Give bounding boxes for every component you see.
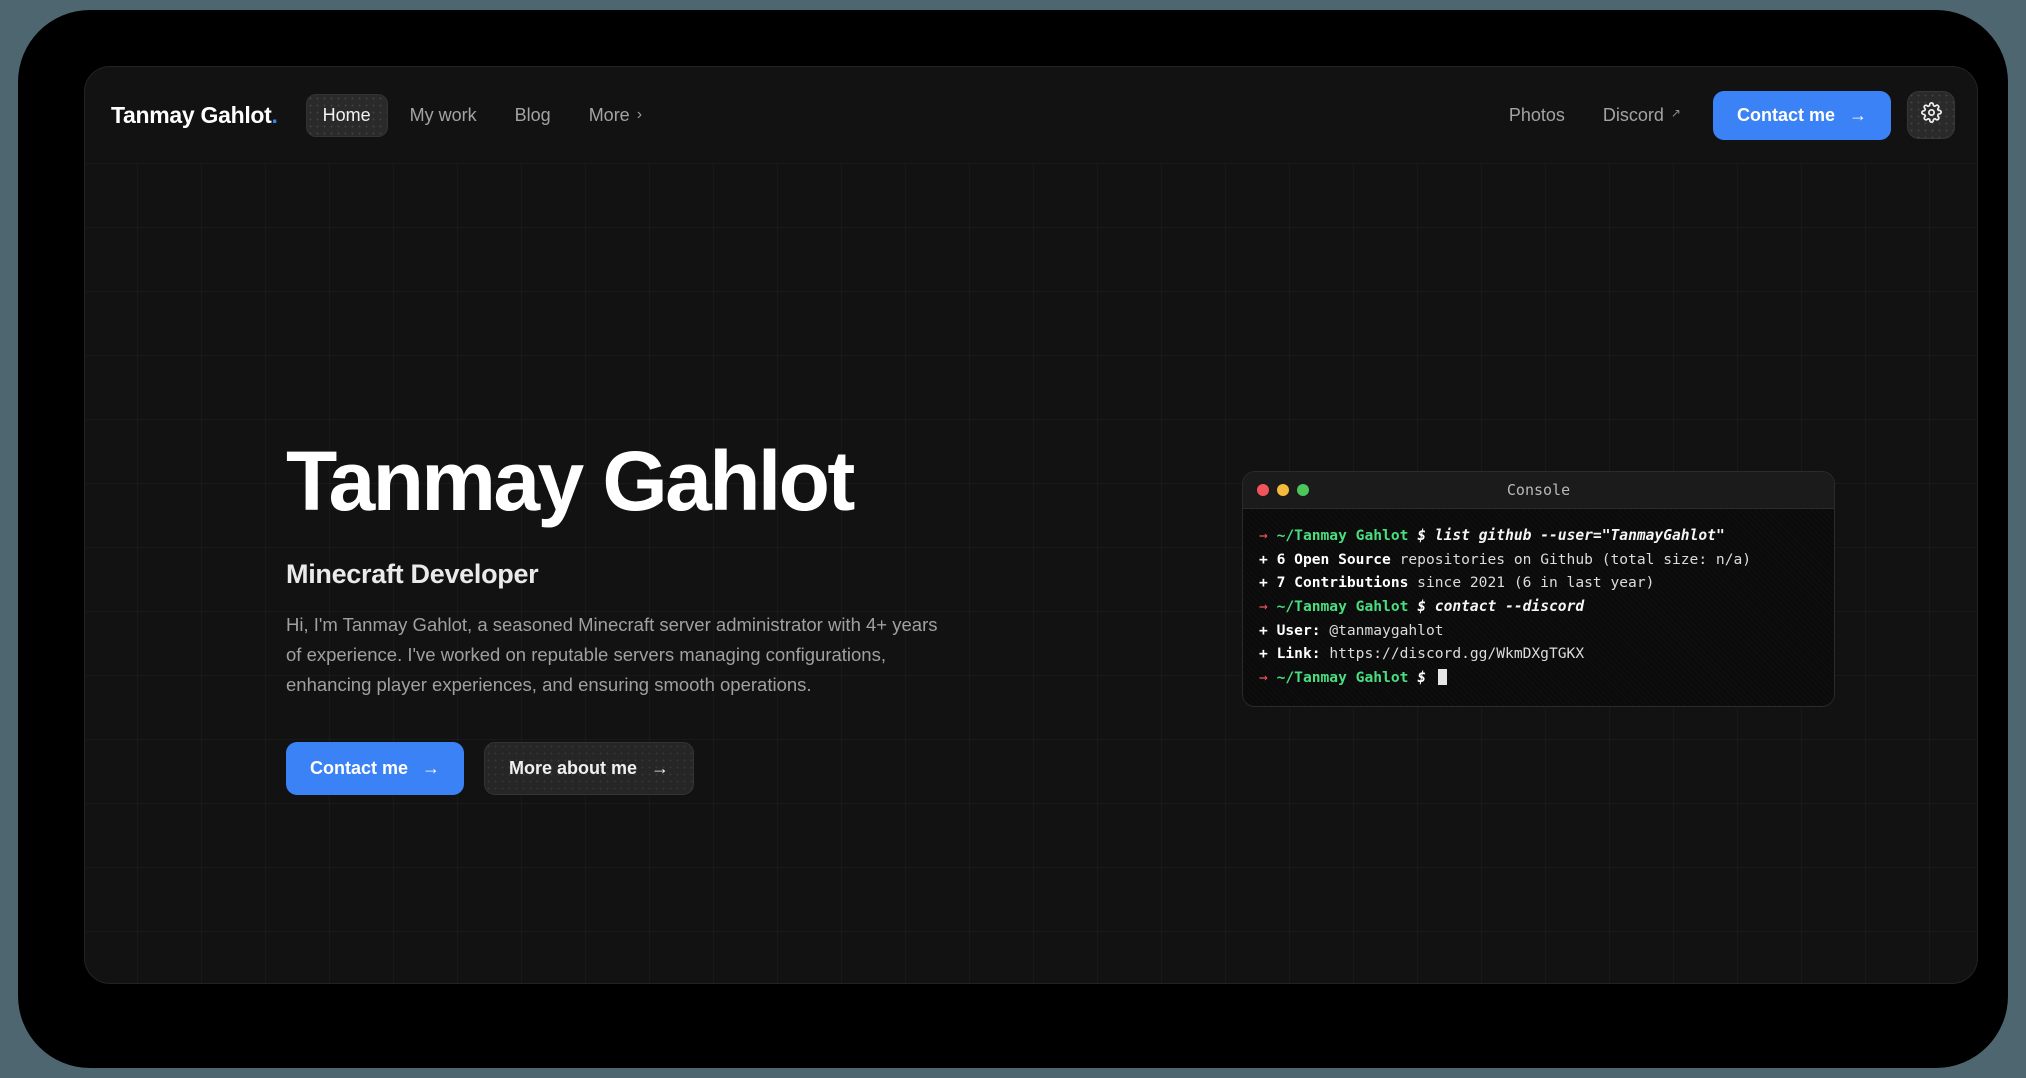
prompt-path: ~/Tanmay Gahlot bbox=[1276, 527, 1409, 544]
output-value: @tanmaygahlot bbox=[1320, 621, 1444, 639]
nav-item-my-work[interactable]: My work bbox=[394, 95, 493, 136]
console-line: + 6 Open Source repositories on Github (… bbox=[1259, 548, 1818, 572]
contact-me-nav-button[interactable]: Contact me → bbox=[1712, 90, 1891, 140]
nav-item-blog-label: Blog bbox=[514, 104, 551, 125]
console-line: → ~/Tanmay Gahlot $ bbox=[1259, 666, 1818, 690]
console-line: → ~/Tanmay Gahlot $ list github --user="… bbox=[1259, 524, 1818, 548]
chevron-right-icon: › bbox=[636, 106, 643, 123]
terminal-cursor bbox=[1437, 668, 1447, 685]
arrow-right-icon: → bbox=[1849, 104, 1867, 125]
minimize-window-icon[interactable] bbox=[1277, 484, 1289, 496]
output-plus: + bbox=[1259, 550, 1268, 568]
prompt-dollar: $ bbox=[1417, 527, 1426, 544]
nav-item-discord-label: Discord bbox=[1602, 104, 1664, 125]
hero-description: Hi, I'm Tanmay Gahlot, a seasoned Minecr… bbox=[286, 614, 938, 695]
contact-me-label: Contact me bbox=[310, 757, 409, 778]
nav-item-photos[interactable]: Photos bbox=[1495, 95, 1579, 136]
prompt-arrow-icon: → bbox=[1259, 597, 1268, 615]
nav-item-more[interactable]: More › bbox=[573, 95, 658, 136]
contact-me-nav-label: Contact me bbox=[1736, 104, 1835, 125]
window-traffic-lights bbox=[1257, 484, 1309, 496]
nav-item-more-label: More bbox=[588, 104, 630, 125]
hero-section: Tanmay Gahlot Minecraft Developer Hi, I'… bbox=[286, 439, 966, 795]
console-command: contact --discord bbox=[1434, 597, 1585, 615]
console-body[interactable]: → ~/Tanmay Gahlot $ list github --user="… bbox=[1243, 509, 1834, 707]
navbar: Tanmay Gahlot. Home My work Blog More › bbox=[85, 67, 1977, 163]
output-key: User: bbox=[1276, 621, 1321, 639]
hero-actions: Contact me → More about me → bbox=[286, 741, 966, 795]
prompt-arrow-icon: → bbox=[1259, 668, 1268, 686]
secondary-nav: Photos Discord ↗ Contact me → bbox=[1495, 90, 1955, 140]
arrow-right-icon: → bbox=[651, 757, 670, 778]
settings-button[interactable] bbox=[1907, 91, 1955, 139]
prompt-path: ~/Tanmay Gahlot bbox=[1276, 668, 1409, 686]
prompt-arrow-icon: → bbox=[1259, 527, 1268, 544]
nav-item-photos-label: Photos bbox=[1508, 104, 1565, 125]
brand-dot: . bbox=[271, 101, 278, 128]
output-key: Link: bbox=[1276, 645, 1321, 663]
output-plus: + bbox=[1259, 621, 1268, 639]
page-title: Tanmay Gahlot bbox=[286, 434, 855, 528]
primary-nav: Home My work Blog More › bbox=[305, 93, 658, 137]
console-line: → ~/Tanmay Gahlot $ contact --discord bbox=[1259, 595, 1818, 619]
hero-subtitle: Minecraft Developer bbox=[286, 559, 539, 589]
nav-item-home[interactable]: Home bbox=[305, 93, 388, 137]
console-titlebar: Console bbox=[1243, 472, 1834, 509]
output-key: 7 Contributions bbox=[1276, 574, 1409, 592]
console-window: Console → ~/Tanmay Gahlot $ list github … bbox=[1242, 471, 1835, 708]
arrow-right-icon: → bbox=[422, 757, 441, 778]
prompt-dollar: $ bbox=[1417, 668, 1426, 686]
more-about-me-label: More about me bbox=[509, 757, 638, 778]
gear-icon bbox=[1920, 102, 1942, 128]
output-value: since 2021 (6 in last year) bbox=[1408, 574, 1655, 592]
nav-item-blog[interactable]: Blog bbox=[499, 95, 567, 136]
brand-logo[interactable]: Tanmay Gahlot. bbox=[111, 102, 278, 129]
console-command: list github --user="TanmayGahlot" bbox=[1434, 527, 1725, 544]
prompt-dollar: $ bbox=[1417, 597, 1426, 615]
device-bezel: Tanmay Gahlot. Home My work Blog More › bbox=[18, 10, 2008, 1068]
brand-name: Tanmay Gahlot bbox=[111, 101, 272, 128]
contact-me-button[interactable]: Contact me → bbox=[286, 741, 465, 795]
more-about-me-button[interactable]: More about me → bbox=[484, 741, 695, 795]
prompt-path: ~/Tanmay Gahlot bbox=[1276, 597, 1409, 615]
nav-item-home-label: Home bbox=[322, 104, 371, 125]
output-key: 6 Open Source bbox=[1276, 550, 1391, 568]
external-link-icon: ↗ bbox=[1670, 105, 1681, 120]
console-title: Console bbox=[1506, 481, 1571, 499]
browser-page: Tanmay Gahlot. Home My work Blog More › bbox=[84, 66, 1978, 984]
output-plus: + bbox=[1259, 645, 1268, 663]
output-plus: + bbox=[1259, 574, 1268, 592]
console-line: + User: @tanmaygahlot bbox=[1259, 619, 1818, 643]
nav-item-discord[interactable]: Discord ↗ bbox=[1589, 95, 1695, 136]
close-window-icon[interactable] bbox=[1257, 484, 1269, 496]
console-line: + 7 Contributions since 2021 (6 in last … bbox=[1259, 571, 1818, 595]
nav-item-my-work-label: My work bbox=[409, 104, 477, 125]
output-value: repositories on Github (total size: n/a) bbox=[1390, 550, 1752, 568]
maximize-window-icon[interactable] bbox=[1297, 484, 1309, 496]
output-value: https://discord.gg/WkmDXgTGKX bbox=[1320, 645, 1585, 663]
console-line: + Link: https://discord.gg/WkmDXgTGKX bbox=[1259, 642, 1818, 666]
